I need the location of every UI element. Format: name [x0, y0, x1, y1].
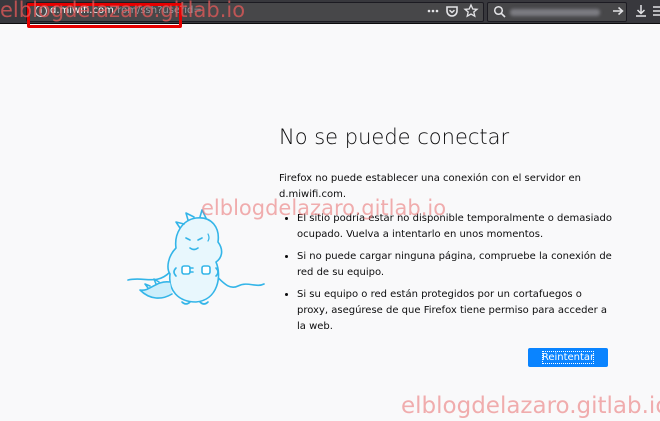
- watermark-bottom: elblogdelazaro.gitlab.io: [401, 393, 660, 419]
- star-icon[interactable]: [463, 3, 479, 19]
- url-domain: d.miwifi.com: [50, 5, 114, 16]
- list-item: Si su equipo o red están protegidos por …: [297, 287, 613, 335]
- download-icon[interactable]: [633, 3, 649, 19]
- retry-button[interactable]: Reintentar: [528, 348, 608, 367]
- error-suggestions-list: El sitio podría estar no disponible temp…: [283, 211, 613, 341]
- list-item: El sitio podría estar no disponible temp…: [297, 211, 613, 243]
- url-text[interactable]: d.miwifi.com/rom/ssh?userid=: [50, 5, 202, 16]
- info-icon[interactable]: i: [35, 5, 47, 17]
- search-icon: [493, 5, 506, 18]
- more-horizontal-icon[interactable]: [425, 3, 441, 19]
- error-description: Firefox no puede establecer una conexión…: [279, 173, 581, 200]
- dinosaur-unplugged-illustration: [127, 209, 265, 305]
- arrow-right-icon[interactable]: [610, 3, 626, 19]
- list-item: Si no puede cargar ninguna página, compr…: [297, 249, 613, 281]
- search-text-blurred: [510, 9, 600, 16]
- search-bar[interactable]: [487, 2, 627, 22]
- error-title: No se puede conectar: [279, 125, 510, 149]
- focus-ring: [542, 351, 594, 364]
- pocket-icon[interactable]: [444, 3, 460, 19]
- url-path: /rom/ssh?userid=: [113, 5, 202, 16]
- hamburger-menu-icon[interactable]: [651, 3, 660, 19]
- browser-toolbar: i d.miwifi.com/rom/ssh?userid=: [0, 0, 660, 24]
